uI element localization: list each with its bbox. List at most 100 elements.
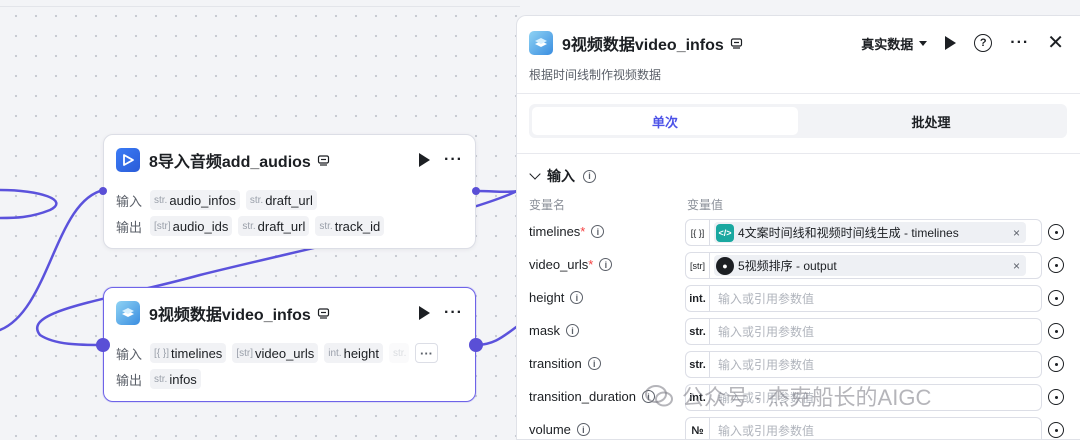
chevron-down-icon [529,168,541,180]
variable-picker-icon[interactable] [1048,224,1064,240]
value-placeholder: 输入或引用参数值 [718,424,815,438]
type-badge: [{ }] [686,220,710,245]
audio-node-icon [116,148,140,172]
variable-picker-icon[interactable] [1048,257,1064,273]
clear-icon[interactable]: × [1013,259,1020,273]
clear-icon[interactable]: × [1013,226,1020,240]
audio-output-port[interactable] [472,187,480,195]
outputs-label: 输出 [116,219,143,235]
param-value-field[interactable]: int. 输入或引用参数值 [685,285,1042,312]
node-add-audios[interactable]: 8导入音频add_audios ··· 输入 str. audio_infos s… [103,134,476,249]
param-value-field[interactable]: [str] ● 5视频排序 - output × [685,252,1042,279]
param-row-mask: mask i str. 输入或引用参数值 [517,315,1077,348]
variable-picker-icon[interactable] [1048,356,1064,372]
info-icon[interactable]: i [587,357,601,370]
input-tag: [{ }] timelines [150,343,227,363]
param-name: height [529,290,565,305]
node-title: 8导入音频add_audios [149,154,311,171]
tab-batch[interactable]: 批处理 [798,107,1064,135]
variable-picker-icon[interactable] [1048,422,1064,438]
run-mode-tabs: 单次 批处理 [529,104,1067,138]
run-node-button[interactable] [419,153,431,167]
info-icon[interactable]: i [576,423,590,436]
panel-subtitle: 根据时间线制作视频数据 [529,68,662,82]
param-value-field[interactable]: [{ }] </> 4文案时间线和视频时间线生成 - timelines × [685,219,1042,246]
more-options-icon[interactable]: ··· [444,152,463,168]
run-node-button[interactable] [419,306,431,320]
value-placeholder: 输入或引用参数值 [718,391,815,405]
edge-audio-out [474,189,521,194]
param-value-field[interactable]: str. 输入或引用参数值 [685,318,1042,345]
data-mode-dropdown[interactable]: 真实数据 [861,34,928,53]
reference-text: 5视频排序 - output [738,259,837,273]
bot-icon: ● [716,256,734,275]
outputs-label: 输出 [116,372,143,388]
info-icon[interactable]: i [641,390,655,403]
close-icon[interactable]: ✕ [1047,33,1064,53]
run-button[interactable] [945,36,957,50]
info-icon[interactable]: i [599,258,613,271]
type-badge: str. [686,352,710,377]
node-title: 9视频数据video_infos [149,307,311,324]
input-tag: str. audio_infos [150,190,240,210]
edge-out-left [0,188,58,220]
info-icon[interactable]: i [583,169,596,183]
output-tag: str. track_id [315,216,385,236]
type-badge: int. [686,286,710,311]
output-tag: str. infos [150,369,201,389]
video-node-icon [116,301,140,325]
template-icon [317,307,330,320]
param-name: timelines [529,224,581,239]
required-marker: * [580,224,586,239]
node-config-panel: 9视频数据video_infos 真实数据 ? ··· ✕ 根据时间线制作视频数… [516,15,1080,440]
node-inputs-row: 输入 str. audio_infos str. draft_url [116,190,323,210]
more-options-icon[interactable]: ··· [1010,35,1029,51]
param-value-field[interactable]: № 输入或引用参数值 [685,417,1042,439]
param-row-transition: transition i str. 输入或引用参数值 [517,348,1077,381]
param-row-video-urls: video_urls * i [str] ● 5视频排序 - output × [517,249,1077,282]
node-outputs-row: 输出 [str] audio_ids str. draft_url str. trac… [116,216,390,236]
param-row-height: height i int. 输入或引用参数值 [517,282,1077,315]
input-tag: str. draft_url [245,190,317,210]
template-icon [730,37,743,50]
tab-single[interactable]: 单次 [532,107,798,135]
data-mode-label: 真实数据 [861,36,914,52]
param-name: volume [529,422,571,437]
info-icon[interactable]: i [566,324,580,337]
variable-picker-icon[interactable] [1048,389,1064,405]
video-node-icon [529,31,553,55]
value-placeholder: 输入或引用参数值 [718,325,815,339]
more-inputs-button[interactable]: ··· [415,343,439,363]
node-video-infos[interactable]: 9视频数据video_infos ··· 输入 [{ }] timelines [… [103,287,476,402]
edge-to-audio-input [0,188,106,332]
inputs-section-toggle[interactable]: 输入 i [529,166,596,186]
param-value-field[interactable]: int. 输入或引用参数值 [685,384,1042,411]
type-badge: str. [686,319,710,344]
param-name: transition_duration [529,389,636,404]
input-tag-faded: str. [389,343,410,363]
param-row-transition-duration: transition_duration i int. 输入或引用参数值 [517,381,1077,414]
help-icon[interactable]: ? [974,34,993,52]
more-options-icon[interactable]: ··· [444,305,463,321]
column-header-value: 变量值 [687,198,724,212]
variable-picker-icon[interactable] [1048,290,1064,306]
variable-picker-icon[interactable] [1048,323,1064,339]
param-value-field[interactable]: str. 输入或引用参数值 [685,351,1042,378]
inputs-label: 输入 [116,346,143,362]
template-icon [317,154,330,167]
type-badge: № [686,418,710,439]
divider [517,153,1080,154]
input-tag: int. height [324,343,384,363]
video-input-port[interactable] [96,338,110,352]
divider [517,93,1080,94]
column-header-name: 变量名 [529,198,566,212]
info-icon[interactable]: i [591,225,605,238]
type-badge: int. [686,385,710,410]
panel-title: 9视频数据video_infos [562,37,724,54]
reference-chip[interactable]: ● 5视频排序 - output × [714,255,1026,276]
reference-chip[interactable]: </> 4文案时间线和视频时间线生成 - timelines × [714,222,1026,243]
audio-input-port[interactable] [99,187,107,195]
video-output-port[interactable] [469,338,483,352]
required-marker: * [588,257,594,272]
info-icon[interactable]: i [570,291,584,304]
